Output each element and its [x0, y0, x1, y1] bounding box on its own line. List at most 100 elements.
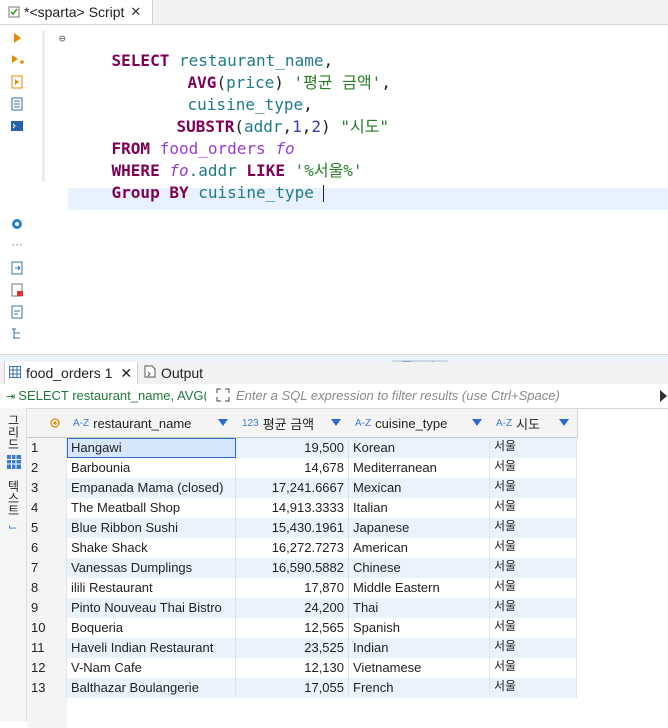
cell-sido[interactable]: 서울	[490, 658, 577, 678]
cell-avg-price[interactable]: 24,200	[236, 598, 349, 618]
cell-avg-price[interactable]: 17,870	[236, 578, 349, 598]
table-row[interactable]: 11 Haveli Indian Restaurant 23,525 Indian 서울	[27, 638, 577, 658]
cell-cuisine-type[interactable]: Chinese	[349, 558, 490, 578]
table-row[interactable]: 12 V-Nam Cafe 12,130 Vietnamese 서울	[27, 658, 577, 678]
cell-avg-price[interactable]: 19,500	[236, 438, 349, 458]
row-number-header[interactable]	[27, 409, 68, 438]
cell-restaurant-name[interactable]: ilili Restaurant	[67, 578, 236, 598]
filter-input[interactable]: Enter a SQL expression to filter results…	[236, 388, 560, 403]
cell-cuisine-type[interactable]: Vietnamese	[349, 658, 490, 678]
console-icon[interactable]	[10, 119, 24, 133]
text-view-icon[interactable]: ⌙	[8, 520, 17, 533]
close-icon[interactable]: ✕	[120, 365, 132, 382]
execute-statement-icon[interactable]	[10, 31, 24, 45]
format-icon[interactable]	[10, 305, 24, 319]
cell-avg-price[interactable]: 23,525	[236, 638, 349, 658]
table-row[interactable]: 10 Boqueria 12,565 Spanish 서울	[27, 618, 577, 638]
table-row[interactable]: 4 The Meatball Shop 14,913.3333 Italian 서울	[27, 498, 577, 518]
cell-restaurant-name[interactable]: The Meatball Shop	[67, 498, 236, 518]
cell-avg-price[interactable]: 17,055	[236, 678, 349, 698]
table-row[interactable]: 7 Vanessas Dumplings 16,590.5882 Chinese 서울	[27, 558, 577, 578]
expand-filter-icon[interactable]	[216, 388, 230, 405]
cell-sido[interactable]: 서울	[490, 438, 577, 458]
sort-arrow-icon[interactable]	[331, 419, 341, 426]
cell-sido[interactable]: 서울	[490, 538, 577, 558]
close-icon[interactable]: ✕	[130, 5, 141, 20]
explain-plan-icon[interactable]	[10, 97, 24, 111]
cell-sido[interactable]: 서울	[490, 638, 577, 658]
cell-avg-price[interactable]: 12,565	[236, 618, 349, 638]
cell-restaurant-name[interactable]: Balthazar Boulangerie	[67, 678, 236, 698]
cell-restaurant-name[interactable]: Hangawi	[67, 438, 236, 458]
sql-preview[interactable]: ⇥ SELECT restaurant_name, AVG(price)	[6, 388, 206, 403]
tab-food-orders[interactable]: food_orders 1 ✕	[4, 362, 138, 384]
execute-in-new-tab-icon[interactable]	[10, 53, 24, 67]
grid-view-icon[interactable]	[6, 454, 22, 474]
cell-cuisine-type[interactable]: French	[349, 678, 490, 698]
cell-sido[interactable]: 서울	[490, 518, 577, 538]
cell-avg-price[interactable]: 14,678	[236, 458, 349, 478]
cell-sido[interactable]: 서울	[490, 678, 577, 698]
export-icon[interactable]	[10, 261, 24, 275]
grid-view-tab[interactable]: 그리드	[4, 414, 22, 450]
cell-cuisine-type[interactable]: Japanese	[349, 518, 490, 538]
cell-restaurant-name[interactable]: Haveli Indian Restaurant	[67, 638, 236, 658]
cell-cuisine-type[interactable]: Indian	[349, 638, 490, 658]
cell-avg-price[interactable]: 15,430.1961	[236, 518, 349, 538]
execute-script-icon[interactable]	[10, 75, 24, 89]
cell-restaurant-name[interactable]: Shake Shack	[67, 538, 236, 558]
sort-arrow-icon[interactable]	[472, 419, 482, 426]
cell-avg-price[interactable]: 16,272.7273	[236, 538, 349, 558]
cell-restaurant-name[interactable]: Boqueria	[67, 618, 236, 638]
cell-cuisine-type[interactable]: Korean	[349, 438, 490, 458]
cell-cuisine-type[interactable]: Middle Eastern	[349, 578, 490, 598]
script-tab[interactable]: *<sparta> Script ✕	[0, 0, 153, 24]
cell-cuisine-type[interactable]: Spanish	[349, 618, 490, 638]
table-row[interactable]: 5 Blue Ribbon Sushi 15,430.1961 Japanese 서울	[27, 518, 577, 538]
more-dots-icon[interactable]: ⋯	[10, 237, 24, 251]
cell-cuisine-type[interactable]: Mexican	[349, 478, 490, 498]
outline-icon[interactable]	[10, 327, 24, 341]
cell-sido[interactable]: 서울	[490, 498, 577, 518]
table-row[interactable]: 3 Empanada Mama (closed) 17,241.6667 Mexica…	[27, 478, 577, 498]
cell-avg-price[interactable]: 17,241.6667	[236, 478, 349, 498]
sort-arrow-icon[interactable]	[218, 419, 228, 426]
cell-cuisine-type[interactable]: Italian	[349, 498, 490, 518]
cell-restaurant-name[interactable]: Pinto Nouveau Thai Bistro	[67, 598, 236, 618]
cell-cuisine-type[interactable]: American	[349, 538, 490, 558]
sql-editor[interactable]: ⊖ SELECT restaurant_name, AVG(price) '평균…	[48, 28, 668, 358]
cell-restaurant-name[interactable]: V-Nam Cafe	[67, 658, 236, 678]
cell-cuisine-type[interactable]: Mediterranean	[349, 458, 490, 478]
column-header-sido[interactable]: A-Z 시도	[490, 409, 578, 438]
column-header-restaurant-name[interactable]: A-Z restaurant_name	[67, 409, 237, 438]
cell-sido[interactable]: 서울	[490, 618, 577, 638]
select-all-icon[interactable]	[50, 416, 60, 431]
table-row[interactable]: 9 Pinto Nouveau Thai Bistro 24,200 Thai 서울	[27, 598, 577, 618]
column-header-avg-price[interactable]: 123 평균 금액	[236, 409, 350, 438]
collapse-panel-icon[interactable]	[392, 355, 448, 366]
table-row[interactable]: 2 Barbounia 14,678 Mediterranean 서울	[27, 458, 577, 478]
cell-sido[interactable]: 서울	[490, 558, 577, 578]
table-row[interactable]: 1 Hangawi 19,500 Korean 서울	[27, 438, 577, 458]
cell-avg-price[interactable]: 16,590.5882	[236, 558, 349, 578]
cell-sido[interactable]: 서울	[490, 458, 577, 478]
cell-restaurant-name[interactable]: Empanada Mama (closed)	[67, 478, 236, 498]
table-row[interactable]: 13 Balthazar Boulangerie 17,055 French 서울	[27, 678, 577, 698]
cell-restaurant-name[interactable]: Vanessas Dumplings	[67, 558, 236, 578]
cell-restaurant-name[interactable]: Barbounia	[67, 458, 236, 478]
cell-sido[interactable]: 서울	[490, 478, 577, 498]
sort-arrow-icon[interactable]	[559, 419, 569, 426]
tab-output[interactable]: Output	[140, 362, 210, 384]
cell-sido[interactable]: 서울	[490, 598, 577, 618]
cell-cuisine-type[interactable]: Thai	[349, 598, 490, 618]
scroll-right-icon[interactable]	[660, 390, 667, 402]
cell-avg-price[interactable]: 12,130	[236, 658, 349, 678]
table-row[interactable]: 8 ilili Restaurant 17,870 Middle Eastern 서울	[27, 578, 577, 598]
cell-restaurant-name[interactable]: Blue Ribbon Sushi	[67, 518, 236, 538]
table-row[interactable]: 6 Shake Shack 16,272.7273 American 서울	[27, 538, 577, 558]
cell-avg-price[interactable]: 14,913.3333	[236, 498, 349, 518]
settings-gear-icon[interactable]	[10, 217, 24, 231]
fold-toggle-icon[interactable]: ⊖	[59, 32, 66, 45]
cell-sido[interactable]: 서울	[490, 578, 577, 598]
delete-file-icon[interactable]	[10, 283, 24, 297]
